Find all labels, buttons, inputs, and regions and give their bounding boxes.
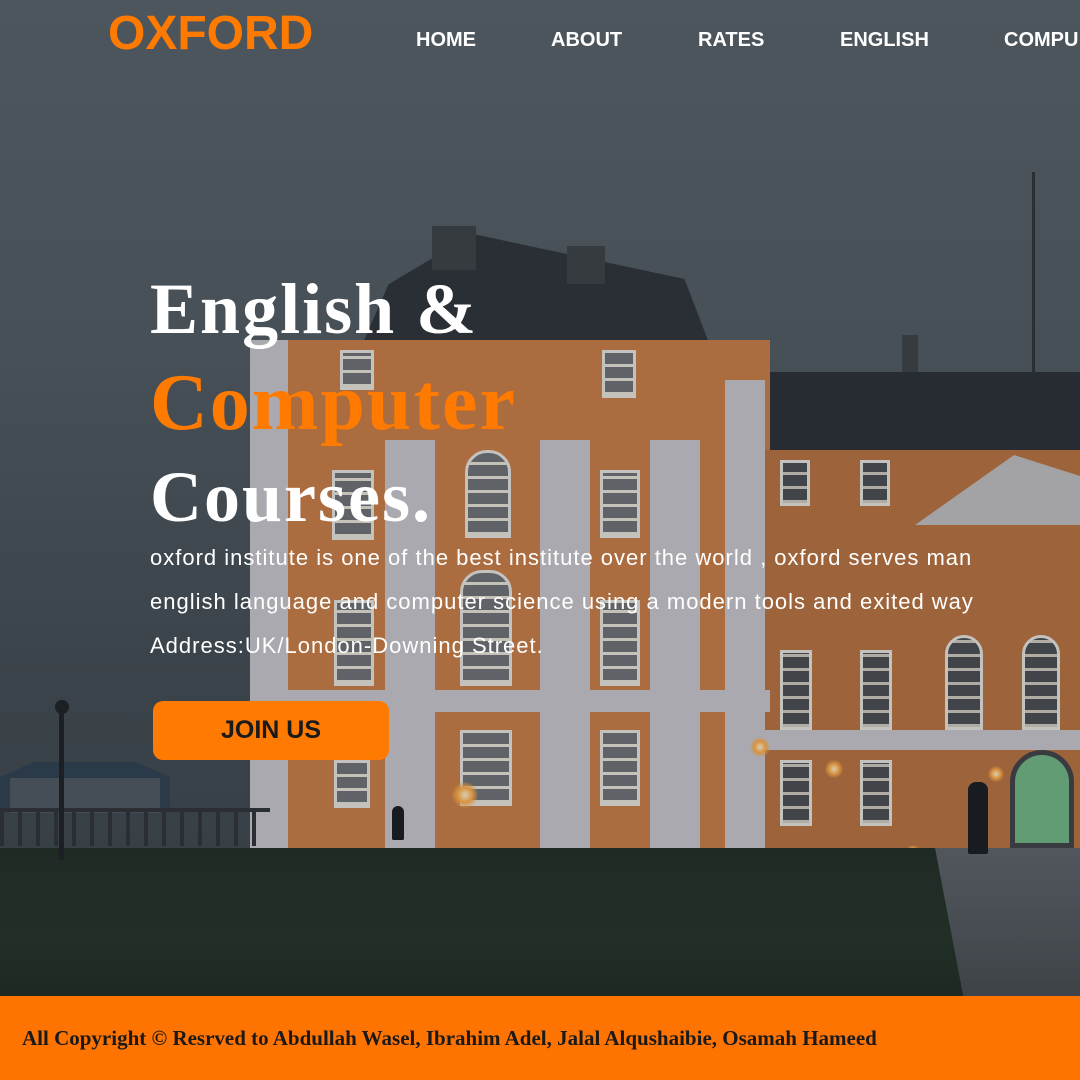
site-logo[interactable]: OXFORD bbox=[108, 8, 313, 60]
hero-title-accent: Computer bbox=[150, 359, 518, 447]
landing-page: OXFORD HOME ABOUT RATES ENGLISH COMPU En… bbox=[0, 0, 1080, 1080]
footer-copyright: All Copyright © Resrved to Abdullah Wase… bbox=[22, 1026, 877, 1050]
nav-item-computer[interactable]: COMPU bbox=[1004, 28, 1078, 52]
footer: All Copyright © Resrved to Abdullah Wase… bbox=[0, 996, 1080, 1080]
nav-item-english[interactable]: ENGLISH bbox=[840, 28, 929, 52]
nav-item-home[interactable]: HOME bbox=[416, 28, 476, 52]
hero-description: oxford institute is one of the best inst… bbox=[150, 536, 1080, 668]
hero-address: Address:UK/London-Downing Street. bbox=[150, 633, 544, 658]
hero-title-line-3: Courses. bbox=[150, 457, 432, 537]
hero-title-line-1: English & bbox=[150, 269, 479, 349]
hero-description-line-1: oxford institute is one of the best inst… bbox=[150, 545, 973, 570]
hero-description-line-2: english language and computer science us… bbox=[150, 589, 974, 614]
nav-item-about[interactable]: ABOUT bbox=[551, 28, 622, 52]
hero-title: English & Computer Courses. bbox=[150, 262, 517, 544]
nav-item-rates[interactable]: RATES bbox=[698, 28, 764, 52]
join-us-button[interactable]: JOIN US bbox=[153, 701, 389, 760]
